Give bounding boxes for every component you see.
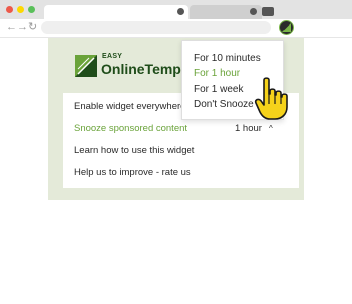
snooze-sponsored-content-item[interactable]: Snooze sponsored content — [74, 123, 187, 134]
learn-how-to-use-item[interactable]: Learn how to use this widget — [74, 145, 194, 156]
hand-pointer-cursor-icon — [254, 77, 288, 120]
snooze-option-10-minutes[interactable]: For 10 minutes — [194, 53, 261, 64]
online-temp-extension-icon[interactable] — [279, 20, 294, 35]
snooze-option-1-hour[interactable]: For 1 hour — [194, 68, 240, 79]
tab-close-icon[interactable] — [250, 8, 257, 15]
snooze-option-dont-snooze[interactable]: Don't Snooze — [194, 99, 254, 110]
minimize-window-button[interactable] — [17, 6, 24, 13]
enable-widget-everywhere-item[interactable]: Enable widget everywhere — [74, 101, 185, 112]
tab-bar — [0, 0, 352, 19]
snooze-duration-value[interactable]: 1 hour — [235, 123, 262, 134]
tab-close-icon[interactable] — [177, 8, 184, 15]
browser-window: ← → ↻ EASY OnlineTemp Enable widget ever… — [0, 0, 352, 304]
close-window-button[interactable] — [6, 6, 13, 13]
address-bar[interactable] — [41, 21, 271, 34]
logo-mark-icon — [75, 55, 97, 77]
reload-icon[interactable]: ↻ — [28, 20, 37, 34]
browser-tab[interactable] — [190, 5, 262, 19]
browser-tab-active[interactable] — [44, 5, 188, 19]
forward-arrow-icon[interactable]: → — [17, 20, 28, 34]
chevron-up-icon[interactable]: ^ — [269, 124, 273, 133]
maximize-window-button[interactable] — [28, 6, 35, 13]
logo-name-text: OnlineTemp — [101, 61, 181, 77]
new-tab-button[interactable] — [262, 7, 274, 16]
back-arrow-icon[interactable]: ← — [6, 20, 17, 34]
rate-us-item[interactable]: Help us to improve - rate us — [74, 167, 191, 178]
logo-easy-text: EASY — [102, 53, 123, 60]
browser-toolbar: ← → ↻ — [0, 19, 352, 38]
snooze-option-1-week[interactable]: For 1 week — [194, 84, 243, 95]
